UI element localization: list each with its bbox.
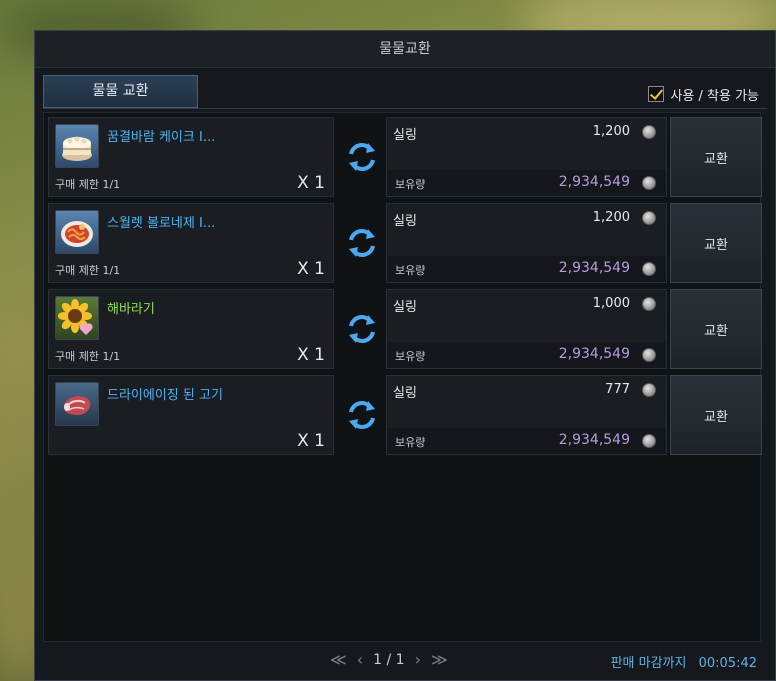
holding-value: 2,934,549 — [558, 346, 630, 362]
exchange-button[interactable]: 교환 — [670, 289, 762, 369]
tab-divider — [43, 108, 767, 109]
pagination: ≪ ‹ 1 / 1 › ≫ — [330, 650, 448, 669]
silver-coin-icon — [642, 176, 656, 190]
pasta-icon — [55, 210, 99, 254]
swap-arrows-icon — [340, 289, 384, 369]
next-page-button[interactable]: › — [415, 650, 421, 669]
item-slot[interactable]: 드라이에이징 된 고기 X 1 — [48, 375, 334, 455]
prev-page-button[interactable]: ‹ — [357, 650, 363, 669]
exchange-button[interactable]: 교환 — [670, 117, 762, 197]
currency-name: 실링 — [393, 128, 417, 143]
silver-coin-icon — [642, 297, 656, 311]
purchase-limit: 구매 제한 1/1 — [55, 350, 121, 363]
sale-deadline-timer: 00:05:42 — [698, 656, 757, 671]
item-slot[interactable]: 스월렛 볼로네제 I... 구매 제한 1/1 X 1 — [48, 203, 334, 283]
cost-value: 1,200 — [592, 124, 630, 139]
item-quantity: X 1 — [297, 345, 325, 365]
page-indicator: 1 / 1 — [373, 651, 405, 668]
cost-slot: 실링 1,200 보유량 2,934,549 — [386, 117, 667, 197]
silver-coin-icon — [642, 348, 656, 362]
holding-value: 2,934,549 — [558, 432, 630, 448]
cost-value: 777 — [605, 382, 630, 397]
silver-coin-icon — [642, 262, 656, 276]
holding-value: 2,934,549 — [558, 174, 630, 190]
holding-row: 보유량 2,934,549 — [387, 256, 666, 282]
exchange-button[interactable]: 교환 — [670, 203, 762, 283]
purchase-limit: 구매 제한 1/1 — [55, 178, 121, 191]
cost-slot: 실링 1,200 보유량 2,934,549 — [386, 203, 667, 283]
window-title: 물물교환 — [35, 31, 775, 68]
barter-row: 드라이에이징 된 고기 X 1 실링 777 보유량 2,934,549 교환 — [48, 375, 762, 455]
item-quantity: X 1 — [297, 173, 325, 193]
exchange-button[interactable]: 교환 — [670, 375, 762, 455]
sunflower-icon — [55, 296, 99, 340]
silver-coin-icon — [642, 383, 656, 397]
item-slot[interactable]: 꿈결바람 케이크 I... 구매 제한 1/1 X 1 — [48, 117, 334, 197]
purchase-limit: 구매 제한 1/1 — [55, 264, 121, 277]
item-name: 해바라기 — [107, 302, 155, 317]
holding-label: 보유량 — [395, 264, 426, 277]
swap-arrows-icon — [340, 203, 384, 283]
usable-filter[interactable]: 사용 / 착용 가능 — [648, 83, 759, 105]
swap-arrows-icon — [340, 375, 384, 455]
cake-icon — [55, 124, 99, 168]
barter-window: 물물교환 물물 교환 사용 / 착용 가능 꿈결바람 케이크 I... 구매 제… — [34, 30, 776, 681]
silver-coin-icon — [642, 125, 656, 139]
item-name: 스월렛 볼로네제 I... — [107, 216, 216, 231]
cost-slot: 실링 777 보유량 2,934,549 — [386, 375, 667, 455]
item-quantity: X 1 — [297, 431, 325, 451]
currency-name: 실링 — [393, 386, 417, 401]
silver-coin-icon — [642, 211, 656, 225]
first-page-button[interactable]: ≪ — [330, 650, 347, 669]
sale-deadline-label: 판매 마감까지 — [610, 656, 687, 671]
holding-label: 보유량 — [395, 178, 426, 191]
holding-value: 2,934,549 — [558, 260, 630, 276]
item-name: 드라이에이징 된 고기 — [107, 388, 223, 403]
cost-value: 1,000 — [592, 296, 630, 311]
barter-row: 꿈결바람 케이크 I... 구매 제한 1/1 X 1 실링 1,200 보유량 — [48, 117, 762, 197]
item-name: 꿈결바람 케이크 I... — [107, 130, 216, 145]
footer: ≪ ‹ 1 / 1 › ≫ 판매 마감까지 00:05:42 — [35, 640, 775, 680]
cost-slot: 실링 1,000 보유량 2,934,549 — [386, 289, 667, 369]
sale-deadline: 판매 마감까지 00:05:42 — [611, 652, 757, 671]
item-slot[interactable]: 해바라기 구매 제한 1/1 X 1 — [48, 289, 334, 369]
cost-value: 1,200 — [592, 210, 630, 225]
currency-name: 실링 — [393, 214, 417, 229]
usable-filter-label: 사용 / 착용 가능 — [670, 88, 759, 104]
holding-row: 보유량 2,934,549 — [387, 342, 666, 368]
holding-row: 보유량 2,934,549 — [387, 170, 666, 196]
tab-barter[interactable]: 물물 교환 — [43, 75, 198, 108]
barter-row: 스월렛 볼로네제 I... 구매 제한 1/1 X 1 실링 1,200 보유량 — [48, 203, 762, 283]
silver-coin-icon — [642, 434, 656, 448]
holding-label: 보유량 — [395, 350, 426, 363]
last-page-button[interactable]: ≫ — [431, 650, 448, 669]
barter-row: 해바라기 구매 제한 1/1 X 1 실링 1,000 보유량 2,934,54 — [48, 289, 762, 369]
barter-list: 꿈결바람 케이크 I... 구매 제한 1/1 X 1 실링 1,200 보유량 — [43, 112, 762, 642]
holding-label: 보유량 — [395, 436, 426, 449]
holding-row: 보유량 2,934,549 — [387, 428, 666, 454]
item-quantity: X 1 — [297, 259, 325, 279]
swap-arrows-icon — [340, 117, 384, 197]
meat-icon — [55, 382, 99, 426]
currency-name: 실링 — [393, 300, 417, 315]
usable-checkbox[interactable] — [648, 86, 665, 102]
